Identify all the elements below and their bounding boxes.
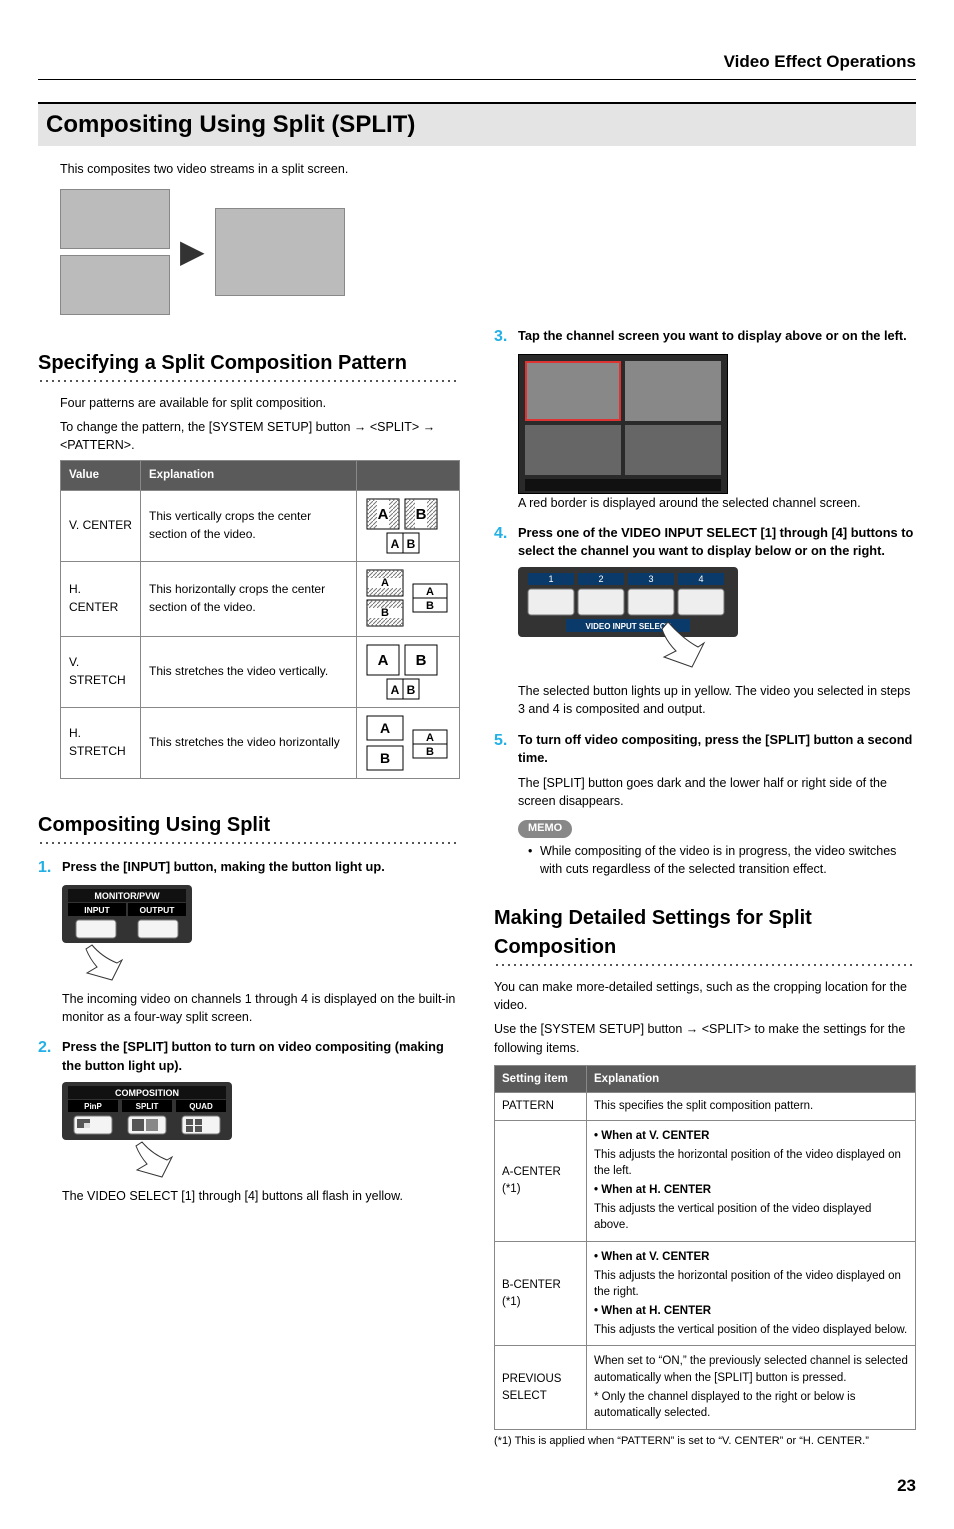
memo-badge: MEMO (518, 820, 572, 838)
cell-expl: This horizontally crops the center secti… (141, 561, 357, 636)
section-specify-title: Specifying a Split Composition Pattern (38, 349, 460, 378)
cell-name: PATTERN (495, 1093, 587, 1121)
svg-text:B: B (416, 506, 427, 523)
svg-text:B: B (380, 750, 390, 766)
cell-name: A-CENTER (*1) (495, 1120, 587, 1241)
step-3-text: Tap the channel screen you want to displ… (518, 325, 907, 348)
page-title: Compositing Using Split (SPLIT) (46, 111, 415, 138)
step-4-body: The selected button lights up in yellow.… (518, 682, 916, 718)
th-value: Value (61, 460, 141, 490)
svg-text:PinP: PinP (84, 1102, 102, 1111)
video-input-select-panel-icon: 1 2 3 4 VIDEO INPUT SELECT (518, 567, 738, 677)
cell-name: B-CENTER (*1) (495, 1242, 587, 1346)
hstretch-diagram-icon: A B A B (365, 714, 451, 772)
svg-text:B: B (381, 607, 389, 619)
svg-text:COMPOSITION: COMPOSITION (115, 1088, 179, 1098)
svg-text:B: B (426, 746, 434, 758)
section-using-title: Compositing Using Split (38, 811, 460, 840)
cell-value: H. CENTER (61, 561, 141, 636)
vstretch-diagram-icon: A B A B (365, 643, 451, 701)
intro-illustration: ▶ (60, 189, 916, 315)
cell-value: H. STRETCH (61, 707, 141, 778)
cell-expl: This vertically crops the center section… (141, 490, 357, 561)
step-2-body: The VIDEO SELECT [1] through [4] buttons… (62, 1187, 460, 1205)
footnote: (*1) This is applied when “PATTERN” is s… (494, 1434, 916, 1450)
svg-text:A: A (380, 720, 390, 736)
cell-expl: This specifies the split composition pat… (587, 1093, 916, 1121)
settings-table: Setting item Explanation PATTERN This sp… (494, 1065, 916, 1430)
cell-expl: This stretches the video horizontally (141, 707, 357, 778)
pattern-table: Value Explanation V. CENTER This vertica… (60, 460, 460, 779)
step-number: 2. (38, 1036, 62, 1075)
divider (494, 964, 916, 966)
step-number: 5. (494, 729, 518, 768)
intro-text: This composites two video streams in a s… (60, 160, 916, 178)
svg-text:1: 1 (548, 574, 553, 584)
svg-text:A: A (426, 732, 434, 744)
svg-text:A: A (381, 577, 389, 589)
running-head: Video Effect Operations (38, 50, 916, 80)
step-number: 3. (494, 325, 518, 348)
detail-p2: Use the [SYSTEM SETUP] button → <SPLIT> … (494, 1020, 916, 1056)
svg-text:MONITOR/PVW: MONITOR/PVW (94, 891, 160, 901)
svg-text:B: B (407, 537, 416, 551)
svg-text:OUTPUT: OUTPUT (140, 905, 176, 915)
step-2-text: Press the [SPLIT] button to turn on vide… (62, 1036, 460, 1075)
divider (38, 842, 460, 844)
th-explanation: Explanation (141, 460, 357, 490)
cell-name: PREVIOUS SELECT (495, 1346, 587, 1430)
specify-p1: Four patterns are available for split co… (60, 394, 460, 412)
svg-text:A: A (426, 586, 434, 598)
svg-text:4: 4 (698, 574, 703, 584)
arrow-right-icon: ▶ (180, 228, 205, 274)
svg-text:B: B (416, 652, 427, 669)
section-detail-title: Making Detailed Settings for Split Compo… (494, 904, 916, 962)
svg-text:3: 3 (648, 574, 653, 584)
cell-expl: This stretches the video vertically. (141, 636, 357, 707)
svg-text:B: B (407, 683, 416, 697)
cell-value: V. STRETCH (61, 636, 141, 707)
svg-text:A: A (391, 683, 400, 697)
step-5-body: The [SPLIT] button goes dark and the low… (518, 774, 916, 810)
cell-expl: • When at V. CENTER This adjusts the hor… (587, 1242, 916, 1346)
step-1-text: Press the [INPUT] button, making the but… (62, 856, 385, 879)
th-setting-item: Setting item (495, 1065, 587, 1093)
svg-text:2: 2 (598, 574, 603, 584)
svg-text:VIDEO INPUT SELECT: VIDEO INPUT SELECT (586, 622, 671, 631)
step-number: 1. (38, 856, 62, 879)
th-explanation: Explanation (587, 1065, 916, 1093)
cell-expl: • When at V. CENTER This adjusts the hor… (587, 1120, 916, 1241)
step-3-body: A red border is displayed around the sel… (518, 494, 916, 512)
hcenter-diagram-icon: A B A B (365, 568, 451, 630)
vcenter-diagram-icon: A B A B (365, 497, 451, 555)
svg-text:A: A (391, 537, 400, 551)
memo-bullet: • While compositing of the video is in p… (528, 842, 916, 878)
svg-text:A: A (378, 506, 389, 523)
page-number: 23 (38, 1474, 916, 1499)
step-5-text: To turn off video compositing, press the… (518, 729, 916, 768)
step-1-body: The incoming video on channels 1 through… (62, 990, 460, 1026)
cell-expl: When set to “ON,” the previously selecte… (587, 1346, 916, 1430)
divider (38, 380, 460, 382)
monitor-pvw-panel-icon: MONITOR/PVW INPUT OUTPUT (62, 885, 192, 985)
svg-text:INPUT: INPUT (84, 905, 110, 915)
page-title-bar: Compositing Using Split (SPLIT) (38, 102, 916, 147)
step-number: 4. (494, 522, 518, 561)
step-4-text: Press one of the VIDEO INPUT SELECT [1] … (518, 522, 916, 561)
svg-text:A: A (378, 652, 389, 669)
specify-p2: To change the pattern, the [SYSTEM SETUP… (60, 418, 460, 454)
cell-value: V. CENTER (61, 490, 141, 561)
composition-panel-icon: COMPOSITION PinP SPLIT QUAD (62, 1082, 232, 1182)
svg-text:B: B (426, 600, 434, 612)
detail-p1: You can make more-detailed settings, suc… (494, 978, 916, 1014)
svg-text:QUAD: QUAD (189, 1102, 213, 1111)
svg-text:SPLIT: SPLIT (136, 1102, 159, 1111)
